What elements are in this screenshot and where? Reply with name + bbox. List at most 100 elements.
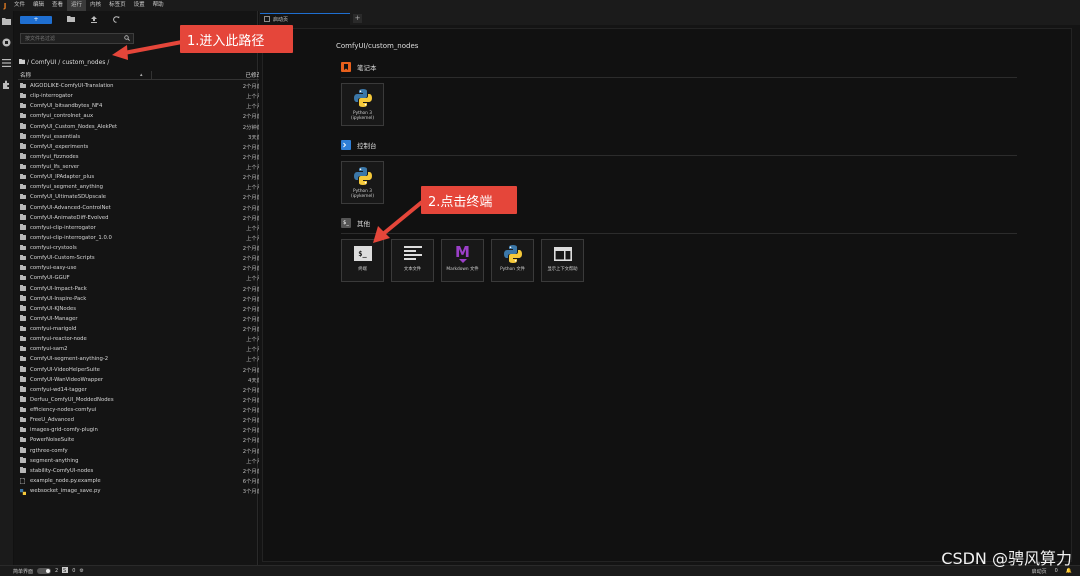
file-row[interactable]: ComfyUI-GGUF 上个月 <box>18 273 268 283</box>
file-row[interactable]: clip-interrogator 上个月 <box>18 91 268 101</box>
file-row[interactable]: websocket_image_save.py 3个月前 <box>18 486 268 496</box>
file-name: comfyui-easy-use <box>30 265 77 272</box>
file-row[interactable]: ComfyUI-AnimateDiff-Evolved 2个月前 <box>18 213 268 223</box>
menu-run[interactable]: 运行 <box>67 0 87 11</box>
folder-icon <box>20 275 26 281</box>
file-row[interactable]: comfyui_segment_anything 上个月 <box>18 182 268 192</box>
python-logo-icon <box>342 162 383 189</box>
file-row[interactable]: ComfyUI_IPAdapter_plus 2个月前 <box>18 172 268 182</box>
folder-shape <box>20 173 26 180</box>
menu-view[interactable]: 查看 <box>48 0 67 11</box>
file-row[interactable]: ComfyUI-Advanced-ControlNet 2个月前 <box>18 203 268 213</box>
file-name: comfyui-sam2 <box>30 346 68 353</box>
file-row[interactable]: ComfyUI-Impact-Pack 2个月前 <box>18 284 268 294</box>
column-name[interactable]: 名称 <box>18 71 268 79</box>
file-name: comfyui-marigold <box>30 326 77 333</box>
extension-icon[interactable] <box>2 80 11 89</box>
folder-icon <box>20 366 26 372</box>
file-row[interactable]: comfyui_lfs_server 上个月 <box>18 162 268 172</box>
svg-text:S: S <box>63 568 66 573</box>
folder-shape <box>20 447 26 453</box>
folder-shape <box>20 467 26 473</box>
file-row[interactable]: ComfyUI-Inspire-Pack 2个月前 <box>18 294 268 304</box>
python-file-card[interactable]: Python 文件 <box>491 239 534 282</box>
menu-settings[interactable]: 设置 <box>130 0 149 11</box>
menu-file[interactable]: 文件 <box>10 0 29 11</box>
breadcrumb-path[interactable]: / ComfyUI / custom_nodes / <box>27 59 109 66</box>
toc-icon[interactable] <box>2 59 11 68</box>
folder-icon <box>20 285 26 291</box>
app-window: J 文件 编辑 查看 运行 内核 标签页 设置 帮助 + 按文件名过滤 / Co… <box>0 0 1080 576</box>
file-name: ComfyUI_bitsandbytes_NF4 <box>30 103 103 110</box>
file-row[interactable]: comfyui-crystools 2个月前 <box>18 243 268 253</box>
file-row[interactable]: ComfyUI_Custom_Nodes_AlekPet 2分钟前 <box>18 122 268 132</box>
file-row[interactable]: ComfyUI_UltimateSDUpscale 2个月前 <box>18 192 268 202</box>
file-row[interactable]: example_node.py.example 6个月前 <box>18 476 268 486</box>
folder-icon <box>20 264 26 271</box>
file-row[interactable]: comfyui-reactor-node 上个月 <box>18 334 268 344</box>
menu-edit[interactable]: 编辑 <box>29 0 48 11</box>
menu-tabs[interactable]: 标签页 <box>105 0 130 11</box>
refresh-icon[interactable] <box>112 15 121 25</box>
markdown-file-card[interactable]: M Markdown 文件 <box>441 239 484 282</box>
file-name: ComfyUI-Impact-Pack <box>30 285 87 292</box>
file-row[interactable]: images-grid-comfy-plugin 2个月前 <box>18 425 268 435</box>
file-row[interactable]: segment-anything 上个月 <box>18 456 268 466</box>
file-row[interactable]: efficiency-nodes-comfyui 2个月前 <box>18 405 268 415</box>
file-row[interactable]: comfyui-clip-interrogator_1.0.0 上个月 <box>18 233 268 243</box>
file-row[interactable]: ComfyUI-KJNodes 2个月前 <box>18 304 268 314</box>
running-icon[interactable] <box>2 38 11 47</box>
file-row[interactable]: comfyui-marigold 2个月前 <box>18 324 268 334</box>
menu-kernel[interactable]: 内核 <box>86 0 105 11</box>
new-launcher-button[interactable]: + <box>20 16 52 24</box>
file-row[interactable]: ComfyUI-WanVideoWrapper 4天前 <box>18 375 268 385</box>
folder-shape <box>20 204 26 210</box>
file-row[interactable]: comfyui_essentials 3天前 <box>18 132 268 142</box>
file-row[interactable]: PowerNoiseSuite 2个月前 <box>18 435 268 445</box>
settings-status-icon[interactable]: ⚙ <box>79 568 83 574</box>
file-row[interactable]: rgthree-comfy 2个月前 <box>18 446 268 456</box>
file-row[interactable]: comfyui-easy-use 2个月前 <box>18 263 268 273</box>
file-row[interactable]: ComfyUI-VideoHelperSuite 2个月前 <box>18 365 268 375</box>
sort-caret-icon[interactable]: ▴ <box>140 72 143 78</box>
file-row[interactable]: comfyui_controlnet_aux 2个月前 <box>18 111 268 121</box>
jupyter-logo: J <box>3 1 7 10</box>
file-row[interactable]: FreeU_Advanced 2个月前 <box>18 415 268 425</box>
folder-shape <box>20 153 26 159</box>
file-name: stability-ComfyUI-nodes <box>30 467 94 474</box>
add-tab-button[interactable]: + <box>353 14 362 23</box>
file-browser-icon[interactable] <box>2 17 11 26</box>
folder-shape <box>20 386 26 392</box>
folder-shape <box>20 143 26 149</box>
folder-icon <box>20 244 26 251</box>
file-row[interactable]: AIGODLIKE-ComfyUI-Translation 2个月前 <box>18 81 268 91</box>
folder-icon <box>20 457 26 463</box>
notebook-python3-card[interactable]: Python 3 (ipykernel) <box>341 83 384 126</box>
file-row[interactable]: comfyui-clip-interrogator 上个月 <box>18 223 268 233</box>
section-notebook: 笔记本 <box>341 62 377 72</box>
file-row[interactable]: comfyui-wd14-tagger 2个月前 <box>18 385 268 395</box>
file-row[interactable]: Derfuu_ComfyUI_ModdedNodes 2个月前 <box>18 395 268 405</box>
activity-bar <box>0 11 13 565</box>
simple-mode-toggle[interactable] <box>37 568 52 574</box>
breadcrumb[interactable]: / ComfyUI / custom_nodes / <box>19 59 109 66</box>
menu-help[interactable]: 帮助 <box>149 0 168 11</box>
upload-icon[interactable] <box>89 15 98 25</box>
file-name: segment-anything <box>30 457 79 464</box>
card-label: Python 3 (ipykernel) <box>350 111 375 121</box>
markdown-icon: M <box>455 242 470 263</box>
file-row[interactable]: comfyui_fizznodes 2个月前 <box>18 152 268 162</box>
file-row[interactable]: ComfyUI-segment-anything-2 上个月 <box>18 354 268 364</box>
file-row[interactable]: ComfyUI_experiments 2个月前 <box>18 142 268 152</box>
file-row[interactable]: ComfyUI-Manager 2个月前 <box>18 314 268 324</box>
file-row[interactable]: ComfyUI-Custom-Scripts 2个月前 <box>18 253 268 263</box>
context-help-card[interactable]: 显示上下文帮助 <box>541 239 584 282</box>
folder-icon <box>20 92 26 99</box>
tab-launcher[interactable]: 启动页 <box>260 13 350 25</box>
column-divider[interactable] <box>151 71 152 80</box>
file-row[interactable]: comfyui-sam2 上个月 <box>18 344 268 354</box>
new-folder-icon[interactable] <box>66 16 75 24</box>
file-row[interactable]: ComfyUI_bitsandbytes_NF4 上个月 <box>18 101 268 111</box>
menu-bar: J 文件 编辑 查看 运行 内核 标签页 设置 帮助 <box>0 0 1080 11</box>
file-row[interactable]: stability-ComfyUI-nodes 2个月前 <box>18 466 268 476</box>
